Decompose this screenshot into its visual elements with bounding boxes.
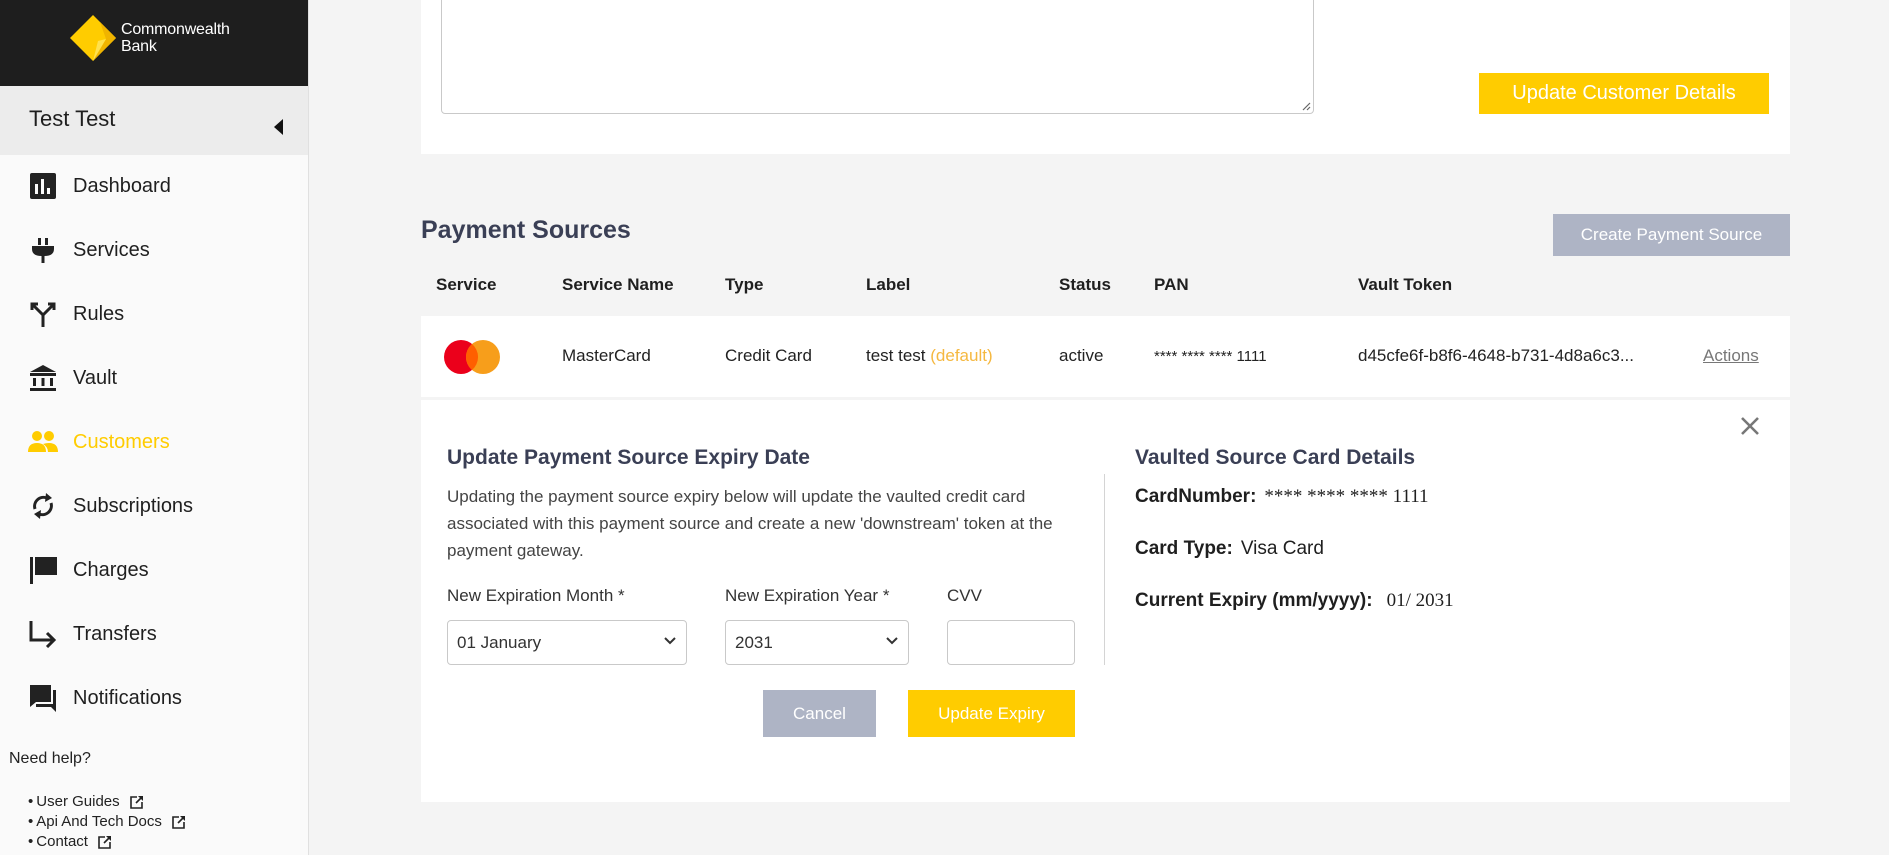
help-link-label[interactable]: User Guides — [36, 792, 119, 812]
sidebar-item-label: Subscriptions — [73, 494, 194, 517]
sidebar-item-label: Vault — [73, 366, 118, 389]
actions-link[interactable]: Actions — [1703, 346, 1759, 366]
cancel-button[interactable]: Cancel — [763, 690, 876, 737]
column-header-label: Label — [866, 275, 911, 294]
update-customer-details-button[interactable]: Update Customer Details — [1479, 73, 1769, 114]
collapse-sidebar-icon[interactable] — [274, 119, 283, 135]
help-heading: Need help? — [9, 750, 91, 767]
month-select-value: 01 January — [457, 632, 542, 652]
sidebar-item-label: Notifications — [73, 686, 182, 709]
month-label: New Expiration Month * — [447, 586, 625, 605]
bullet: • — [28, 793, 34, 810]
help-link-label[interactable]: Contact — [36, 832, 88, 852]
cell-pan: **** **** **** 1111 — [1154, 348, 1267, 365]
flag-icon — [28, 555, 58, 585]
chevron-down-icon — [664, 637, 676, 645]
help-link-contact[interactable]: • Contact — [28, 832, 186, 852]
user-name: Test Test — [29, 106, 116, 131]
people-icon — [28, 427, 58, 457]
sidebar-item-vault[interactable]: Vault — [0, 350, 308, 406]
panel-divider — [1104, 474, 1105, 665]
create-payment-source-button[interactable]: Create Payment Source — [1553, 214, 1790, 256]
label-text: test test — [866, 346, 926, 365]
brand-header: Commonwealth Bank — [0, 0, 308, 86]
sidebar-item-subscriptions[interactable]: Subscriptions — [0, 478, 308, 534]
cell-type: Credit Card — [725, 346, 812, 365]
column-header-service-name: Service Name — [562, 275, 674, 294]
help-link-api-docs[interactable]: • Api And Tech Docs — [28, 812, 186, 832]
chat-icon — [28, 683, 58, 713]
card-type-label: Card Type: — [1135, 538, 1233, 559]
external-link-icon — [98, 835, 111, 849]
brand-line-1: Commonwealth — [121, 21, 230, 38]
cvv-input[interactable] — [947, 620, 1075, 665]
refresh-icon — [28, 491, 58, 521]
update-expiry-button[interactable]: Update Expiry — [908, 690, 1075, 737]
mastercard-logo-icon — [444, 340, 500, 374]
cell-status: active — [1059, 346, 1104, 365]
bullet: • — [28, 833, 34, 850]
sidebar-item-label: Customers — [73, 430, 170, 453]
current-expiry-row: Current Expiry (mm/yyyy): 01/ 2031 — [1135, 590, 1454, 612]
year-label: New Expiration Year * — [725, 586, 890, 605]
external-link-icon — [129, 795, 143, 809]
column-header-pan: PAN — [1154, 275, 1189, 294]
customer-notes-textarea[interactable] — [441, 0, 1314, 114]
sidebar-item-label: Services — [73, 238, 150, 261]
card-type-value: Visa Card — [1240, 538, 1324, 559]
user-bar: Test Test — [0, 86, 308, 155]
resize-grip-icon[interactable] — [1301, 101, 1311, 111]
chevron-down-icon — [886, 637, 898, 645]
card-number-row: CardNumber: **** **** **** 1111 — [1135, 486, 1429, 508]
sidebar-item-notifications[interactable]: Notifications — [0, 670, 308, 726]
card-number-label: CardNumber: — [1135, 486, 1257, 507]
plug-icon — [28, 235, 58, 265]
column-header-type: Type — [725, 275, 764, 294]
cell-label: test test (default) — [866, 346, 993, 366]
column-header-status: Status — [1059, 275, 1111, 294]
brand-name: Commonwealth Bank — [121, 21, 230, 55]
sidebar-item-transfers[interactable]: Transfers — [0, 606, 308, 662]
expiration-month-select[interactable]: 01 January — [447, 620, 687, 665]
current-expiry-value: 01/ 2031 — [1386, 590, 1454, 611]
expiration-year-select[interactable]: 2031 — [725, 620, 909, 665]
sidebar-item-label: Rules — [73, 302, 125, 325]
bullet: • — [28, 813, 34, 830]
vaulted-details-title: Vaulted Source Card Details — [1135, 446, 1416, 469]
brand-line-2: Bank — [121, 38, 157, 55]
help-link-label[interactable]: Api And Tech Docs — [36, 812, 162, 832]
current-expiry-label: Current Expiry (mm/yyyy): — [1135, 590, 1373, 611]
help-link-user-guides[interactable]: • User Guides — [28, 792, 186, 812]
sidebar: Commonwealth Bank Test Test Dashboard Se… — [0, 0, 309, 855]
commbank-logo-icon[interactable] — [70, 15, 116, 61]
sidebar-item-label: Dashboard — [73, 174, 171, 197]
expiry-form-title: Update Payment Source Expiry Date — [447, 446, 810, 469]
help-links: • User Guides • Api And Tech Docs • Cont… — [28, 792, 186, 852]
external-link-icon — [172, 815, 185, 829]
sidebar-item-rules[interactable]: Rules — [0, 286, 308, 342]
card-type-row: Card Type: Visa Card — [1135, 538, 1324, 560]
sidebar-item-label: Transfers — [73, 622, 157, 645]
bank-icon — [28, 363, 58, 393]
cell-service-name: MasterCard — [562, 346, 651, 365]
column-header-service: Service — [436, 275, 497, 294]
turn-right-arrow-icon — [28, 619, 58, 649]
card-number-value: **** **** **** 1111 — [1264, 486, 1429, 507]
column-header-vault-token: Vault Token — [1358, 275, 1453, 294]
close-icon[interactable] — [1738, 414, 1762, 438]
split-arrows-icon — [28, 299, 58, 329]
expiry-form-description: Updating the payment source expiry below… — [447, 487, 1053, 560]
year-select-value: 2031 — [735, 632, 773, 652]
default-badge: (default) — [930, 346, 993, 365]
cvv-label: CVV — [947, 586, 982, 605]
sidebar-item-label: Charges — [73, 558, 149, 581]
payment-sources-title: Payment Sources — [421, 216, 631, 244]
sidebar-item-charges[interactable]: Charges — [0, 542, 308, 598]
cell-vault-token: d45cfe6f-b8f6-4648-b731-4d8a6c3... — [1358, 346, 1634, 365]
sidebar-item-dashboard[interactable]: Dashboard — [0, 158, 308, 214]
sidebar-item-customers[interactable]: Customers — [0, 414, 308, 470]
bar-chart-icon — [28, 171, 58, 201]
sidebar-item-services[interactable]: Services — [0, 222, 308, 278]
